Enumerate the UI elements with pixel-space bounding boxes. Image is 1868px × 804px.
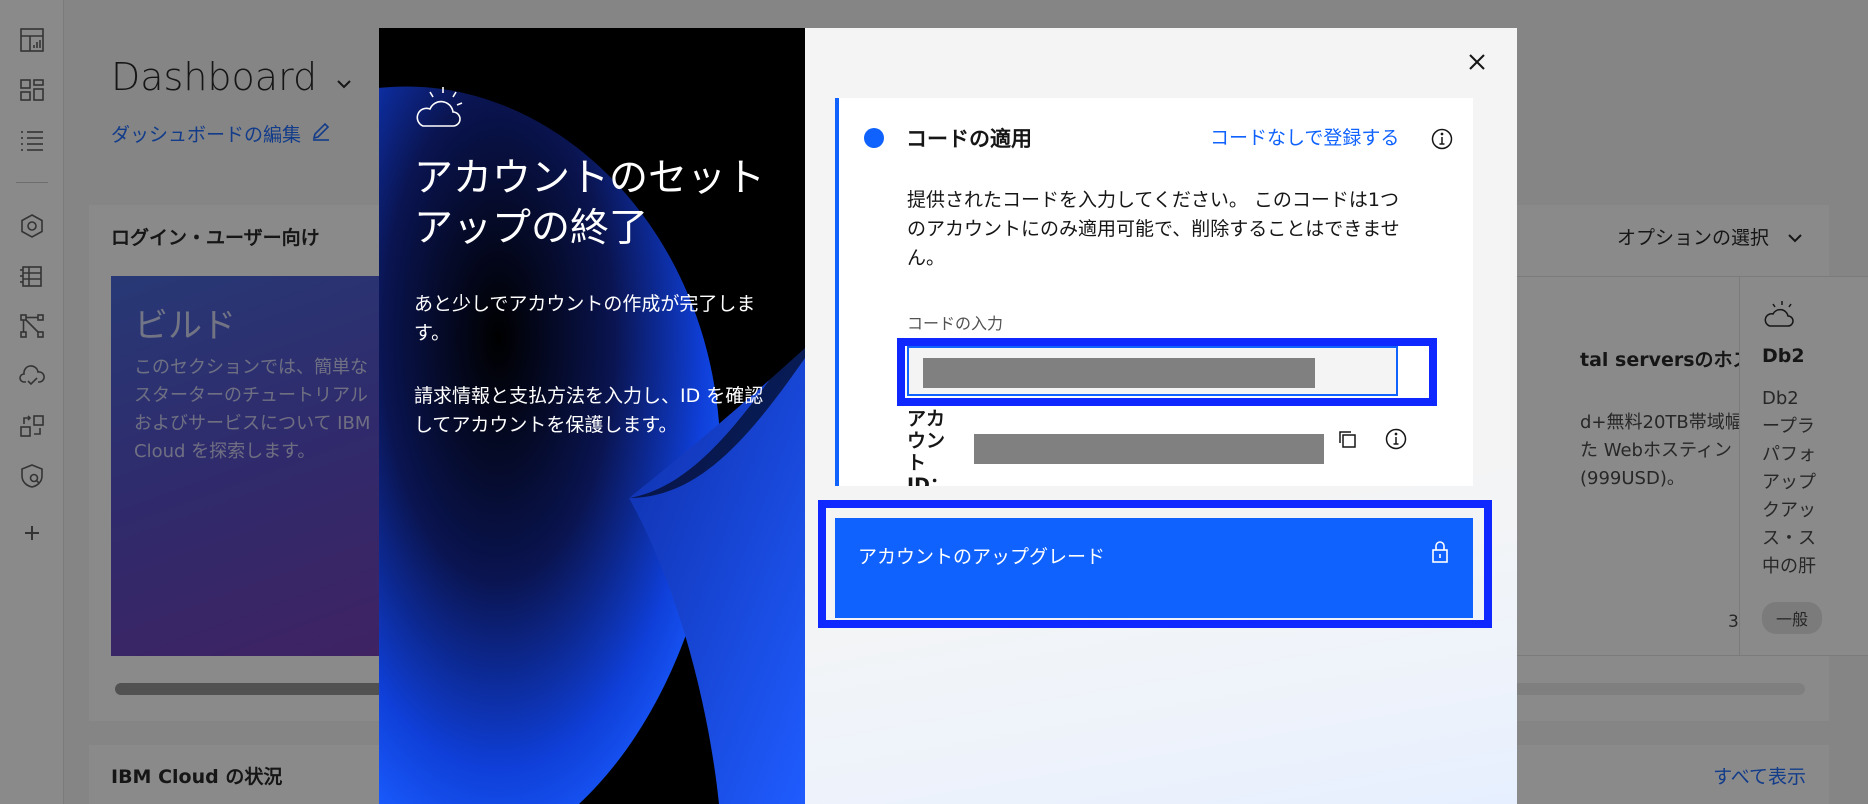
upgrade-account-button[interactable]: アカウントのアップグレード <box>835 518 1473 618</box>
modal-heading: アカウントのセットアップの終了 <box>414 156 766 251</box>
info-icon[interactable] <box>1385 428 1407 450</box>
upgrade-account-label: アカウントのアップグレード <box>858 546 1106 568</box>
modal-hero-panel: アカウントのセットアップの終了 あと少しでアカウントの作成が完了します。 請求情… <box>379 28 805 804</box>
apply-code-step: コードの適用 コードなしで登録する 提供されたコードを入力してください。 このコ… <box>835 98 1473 486</box>
info-icon[interactable] <box>1431 128 1453 150</box>
modal-form-panel: コードの適用 コードなしで登録する 提供されたコードを入力してください。 このコ… <box>805 28 1517 804</box>
modal-intro-text: あと少しでアカウントの作成が完了します。 <box>414 293 756 344</box>
step-title: コードの適用 <box>906 127 1032 151</box>
lock-icon <box>1432 541 1448 563</box>
close-icon <box>1469 54 1485 70</box>
redacted-account-id <box>974 434 1324 464</box>
account-setup-modal: アカウントのセットアップの終了 あと少しでアカウントの作成が完了します。 請求情… <box>379 28 1517 804</box>
redacted-code-value <box>923 358 1315 388</box>
register-without-code-link[interactable]: コードなしで登録する <box>1210 123 1399 150</box>
code-input[interactable] <box>907 346 1398 396</box>
step-status-dot <box>864 128 884 148</box>
code-field-label: コードの入力 <box>907 314 1004 333</box>
modal-billing-text: 請求情報と支払方法を入力し、ID を確認してアカウントを保護します。 <box>414 385 764 436</box>
close-button[interactable] <box>1461 46 1493 78</box>
cloud-sun-icon <box>416 87 463 127</box>
account-id-label: アカウント ID： <box>907 408 949 486</box>
copy-icon[interactable] <box>1336 428 1358 450</box>
step-description: 提供されたコードを入力してください。 このコードは1つのアカウントにのみ適用可能… <box>907 189 1400 269</box>
